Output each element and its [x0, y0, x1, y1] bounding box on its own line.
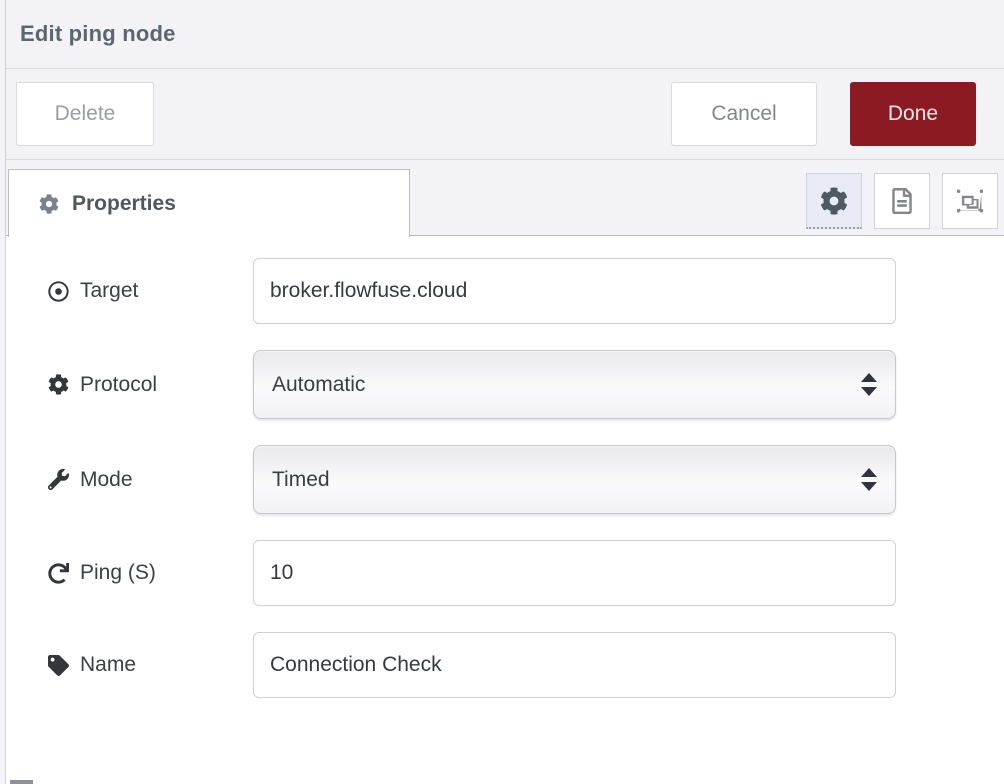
protocol-select[interactable]: Automatic [253, 350, 896, 419]
dialog-header: Edit ping node [0, 0, 1004, 69]
ping-label: Ping (S) [48, 561, 253, 585]
tab-bar: Properties [0, 160, 1004, 236]
name-label-text: Name [80, 653, 136, 677]
document-icon [889, 188, 915, 214]
object-group-icon [957, 188, 983, 214]
refresh-icon [48, 563, 69, 584]
gear-icon [820, 187, 848, 215]
tag-icon [48, 655, 69, 676]
dialog-title: Edit ping node [20, 21, 176, 47]
name-input[interactable] [253, 632, 896, 698]
properties-tab-button[interactable] [806, 173, 862, 229]
bottom-edge-fragment [10, 780, 33, 784]
tab-properties-label: Properties [72, 192, 176, 216]
target-label: Target [48, 279, 253, 303]
properties-form: Target Protocol Automatic Mode Timed [0, 236, 1004, 698]
mode-label: Mode [48, 468, 253, 492]
wrench-icon [48, 469, 69, 490]
target-icon [48, 281, 69, 302]
ping-interval-input[interactable] [253, 540, 896, 606]
form-row-name: Name [48, 632, 1004, 698]
tray-left-edge [0, 0, 6, 784]
protocol-label: Protocol [48, 373, 253, 397]
mode-select[interactable]: Timed [253, 445, 896, 514]
form-row-mode: Mode Timed [48, 445, 1004, 514]
ping-label-text: Ping (S) [80, 561, 156, 585]
protocol-select-value: Automatic [272, 373, 861, 397]
description-tab-button[interactable] [874, 173, 930, 229]
mode-label-text: Mode [80, 468, 133, 492]
name-label: Name [48, 653, 253, 677]
cancel-button[interactable]: Cancel [671, 82, 817, 146]
done-button[interactable]: Done [850, 82, 976, 146]
select-arrows-icon [861, 373, 877, 396]
dialog-toolbar: Delete Cancel Done [0, 69, 1004, 160]
tab-icon-buttons [806, 173, 998, 229]
select-arrows-icon [861, 468, 877, 491]
appearance-tab-button[interactable] [942, 173, 998, 229]
target-label-text: Target [80, 279, 138, 303]
gear-icon [39, 194, 59, 214]
gear-icon [48, 374, 69, 395]
delete-button[interactable]: Delete [16, 82, 154, 146]
protocol-label-text: Protocol [80, 373, 157, 397]
mode-select-value: Timed [272, 468, 861, 492]
form-row-protocol: Protocol Automatic [48, 350, 1004, 419]
target-input[interactable] [253, 258, 896, 324]
tab-properties[interactable]: Properties [8, 169, 410, 237]
form-row-ping: Ping (S) [48, 540, 1004, 606]
form-row-target: Target [48, 258, 1004, 324]
